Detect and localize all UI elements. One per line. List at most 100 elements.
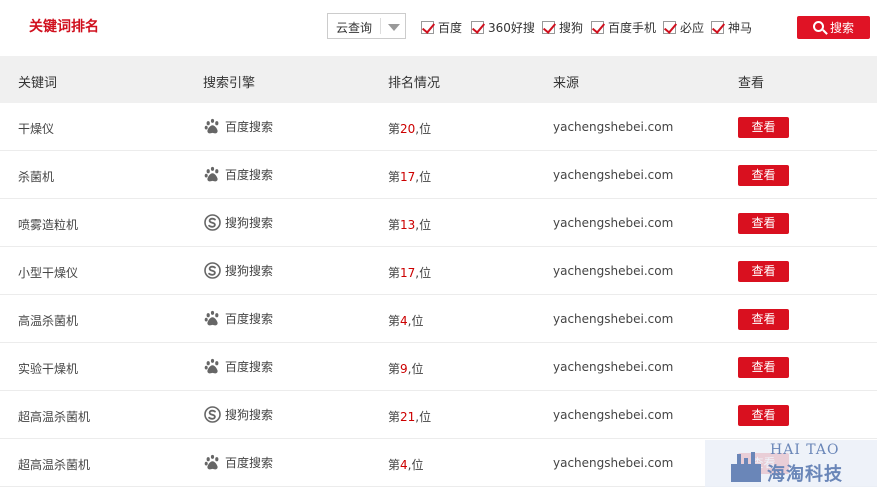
checkbox-checked-icon[interactable] bbox=[471, 20, 484, 34]
engine-label: 搜狗搜索 bbox=[225, 216, 274, 230]
source-cell: yachengshebei.com bbox=[553, 168, 674, 182]
engine-cell: 搜狗搜索 bbox=[204, 262, 273, 279]
engine-cell: 百度搜索 bbox=[204, 166, 273, 183]
checkbox-label: 必应 bbox=[680, 20, 705, 35]
checkbox-checked-icon[interactable] bbox=[711, 20, 724, 34]
view-button[interactable]: 查看 bbox=[738, 405, 789, 426]
rank-cell: 第4,位 bbox=[388, 456, 423, 473]
engine-cell: 百度搜索 bbox=[204, 118, 273, 135]
table-row: 喷雾造粒机 搜狗搜索 第13,位 yachengshebei.com 查看 bbox=[0, 199, 877, 247]
engine-cell: 搜狗搜索 bbox=[204, 406, 273, 423]
checkbox-baidu[interactable]: 百度 bbox=[421, 19, 462, 35]
checkbox-360[interactable]: 360好搜 bbox=[471, 19, 535, 35]
view-button[interactable]: 查看 bbox=[738, 309, 789, 330]
toolbar: 关键词排名 云查询 百度 360好搜 搜狗 百度手机 必应 神马 搜索 bbox=[0, 0, 877, 56]
rank-cell: 第4,位 bbox=[388, 312, 423, 329]
engine-cell: 搜狗搜索 bbox=[204, 214, 273, 231]
rank-prefix: 第 bbox=[388, 266, 401, 280]
search-button-label: 搜索 bbox=[829, 21, 854, 35]
baidu-paw-icon bbox=[204, 358, 221, 375]
baidu-paw-icon bbox=[204, 166, 221, 183]
chevron-down-icon[interactable] bbox=[388, 24, 400, 31]
rank-suffix: ,位 bbox=[415, 122, 432, 136]
rank-number: 13 bbox=[400, 218, 416, 232]
source-cell: yachengshebei.com bbox=[553, 264, 674, 278]
rank-prefix: 第 bbox=[388, 410, 401, 424]
keyword-cell: 高温杀菌机 bbox=[18, 314, 79, 328]
engine-cell: 百度搜索 bbox=[204, 310, 273, 327]
rank-suffix: ,位 bbox=[415, 410, 432, 424]
query-mode-select[interactable]: 云查询 bbox=[327, 13, 406, 39]
engine-label: 百度搜索 bbox=[225, 120, 274, 134]
table-row: 高温杀菌机 百度搜索 第4,位 yachengshebei.com 查看 bbox=[0, 295, 877, 343]
checkbox-bing[interactable]: 必应 bbox=[663, 19, 704, 35]
baidu-paw-icon bbox=[204, 310, 221, 327]
rank-number: 9 bbox=[400, 362, 408, 376]
watermark-en: HAI TAO bbox=[770, 442, 840, 458]
table-row: 超高温杀菌机 搜狗搜索 第21,位 yachengshebei.com 查看 bbox=[0, 391, 877, 439]
table-row: 小型干燥仪 搜狗搜索 第17,位 yachengshebei.com 查看 bbox=[0, 247, 877, 295]
engine-label: 百度搜索 bbox=[225, 168, 274, 182]
checkbox-sogou[interactable]: 搜狗 bbox=[542, 19, 583, 35]
search-button[interactable]: 搜索 bbox=[797, 16, 870, 39]
baidu-paw-icon bbox=[204, 454, 221, 471]
search-icon bbox=[812, 21, 824, 32]
view-button[interactable]: 查看 bbox=[738, 117, 789, 138]
keyword-cell: 实验干燥机 bbox=[18, 362, 79, 376]
column-header-rank: 排名情况 bbox=[388, 76, 441, 91]
rank-cell: 第13,位 bbox=[388, 216, 431, 233]
checkbox-checked-icon[interactable] bbox=[542, 20, 555, 34]
rank-prefix: 第 bbox=[388, 362, 401, 376]
rank-prefix: 第 bbox=[388, 314, 401, 328]
baidu-paw-icon bbox=[204, 118, 221, 135]
table-row: 干燥仪 百度搜索 第20,位 yachengshebei.com 查看 bbox=[0, 103, 877, 151]
column-header-source: 来源 bbox=[553, 76, 580, 91]
rank-suffix: ,位 bbox=[415, 170, 432, 184]
engine-cell: 百度搜索 bbox=[204, 358, 273, 375]
table-header: 关键词 搜索引擎 排名情况 来源 查看 bbox=[0, 56, 877, 103]
keyword-cell: 超高温杀菌机 bbox=[18, 458, 91, 472]
source-cell: yachengshebei.com bbox=[553, 360, 674, 374]
engine-label: 搜狗搜索 bbox=[225, 408, 274, 422]
source-cell: yachengshebei.com bbox=[553, 312, 674, 326]
rank-cell: 第20,位 bbox=[388, 120, 431, 137]
checkbox-label: 搜狗 bbox=[559, 20, 584, 35]
query-mode-value: 云查询 bbox=[336, 21, 373, 35]
rank-cell: 第17,位 bbox=[388, 168, 431, 185]
sogou-icon bbox=[204, 262, 221, 279]
rank-suffix: ,位 bbox=[415, 266, 432, 280]
view-button[interactable]: 查看 bbox=[738, 357, 789, 378]
view-button[interactable]: 查看 bbox=[738, 165, 789, 186]
source-cell: yachengshebei.com bbox=[553, 120, 674, 134]
checkbox-label: 神马 bbox=[728, 20, 753, 35]
view-button[interactable]: 查看 bbox=[738, 261, 789, 282]
page-title: 关键词排名 bbox=[29, 19, 99, 35]
checkbox-checked-icon[interactable] bbox=[663, 20, 676, 34]
keyword-cell: 小型干燥仪 bbox=[18, 266, 79, 280]
keyword-cell: 杀菌机 bbox=[18, 170, 55, 184]
checkbox-checked-icon[interactable] bbox=[421, 20, 434, 34]
checkbox-label: 百度 bbox=[438, 20, 463, 35]
engine-label: 百度搜索 bbox=[225, 360, 274, 374]
rank-suffix: ,位 bbox=[407, 458, 424, 472]
sogou-icon bbox=[204, 406, 221, 423]
checkbox-baidu-mobile[interactable]: 百度手机 bbox=[591, 19, 656, 35]
keyword-cell: 喷雾造粒机 bbox=[18, 218, 79, 232]
engine-label: 百度搜索 bbox=[225, 456, 274, 470]
source-cell: yachengshebei.com bbox=[553, 408, 674, 422]
select-divider bbox=[380, 18, 381, 34]
rank-number: 4 bbox=[400, 458, 408, 472]
rank-suffix: ,位 bbox=[407, 362, 424, 376]
watermark: HAI TAO 海淘科技 bbox=[705, 440, 877, 487]
view-button[interactable]: 查看 bbox=[738, 213, 789, 234]
checkbox-checked-icon[interactable] bbox=[591, 20, 604, 34]
sogou-icon bbox=[204, 214, 221, 231]
checkbox-shenma[interactable]: 神马 bbox=[711, 19, 752, 35]
source-cell: yachengshebei.com bbox=[553, 456, 674, 470]
watermark-cn: 海淘科技 bbox=[767, 464, 843, 485]
rank-number: 20 bbox=[400, 122, 416, 136]
rank-suffix: ,位 bbox=[407, 314, 424, 328]
table-row: 杀菌机 百度搜索 第17,位 yachengshebei.com 查看 bbox=[0, 151, 877, 199]
table-row: 实验干燥机 百度搜索 第9,位 yachengshebei.com 查看 bbox=[0, 343, 877, 391]
keyword-cell: 干燥仪 bbox=[18, 122, 55, 136]
